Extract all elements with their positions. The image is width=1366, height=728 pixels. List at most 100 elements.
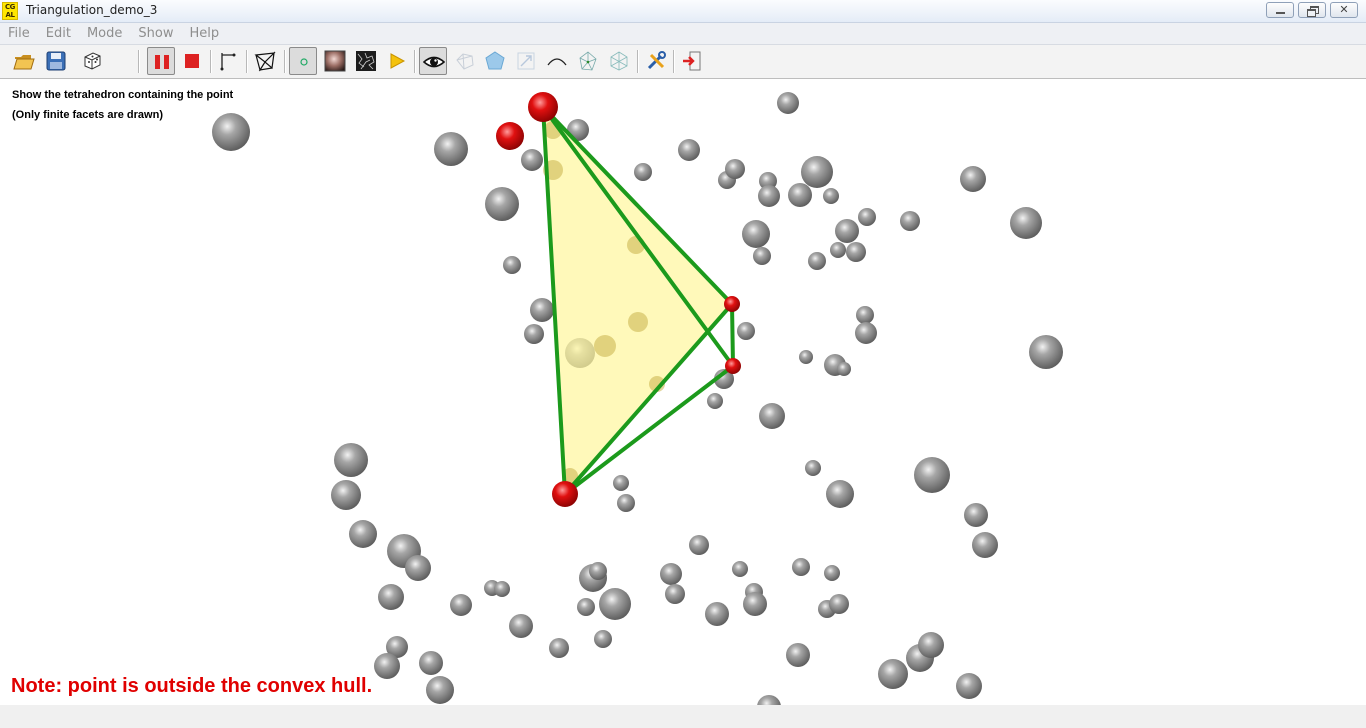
mesh-icon [610, 51, 628, 71]
sphere-behind-facet [594, 335, 616, 357]
sphere-point [331, 480, 361, 510]
polygon-wire-button[interactable] [451, 47, 479, 75]
sphere-point [759, 403, 785, 429]
pentagon-button[interactable] [481, 47, 509, 75]
menu-mode[interactable]: Mode [79, 23, 130, 44]
sphere-point [689, 535, 709, 555]
sphere-point [705, 602, 729, 626]
sphere-point [808, 252, 826, 270]
sphere-point [678, 139, 700, 161]
voronoi-icon [579, 51, 597, 71]
sphere-point [485, 187, 519, 221]
exit-icon [683, 51, 701, 71]
sphere-point [918, 632, 944, 658]
menu-show[interactable]: Show [130, 23, 181, 44]
sphere-point [524, 324, 544, 344]
sphere-point [660, 563, 682, 585]
sphere-point [405, 555, 431, 581]
sphere-behind-facet [628, 312, 648, 332]
sphere-point [589, 562, 607, 580]
mesh-button[interactable] [605, 47, 633, 75]
scene-canvas[interactable] [0, 79, 1366, 705]
toolbar-separator [246, 50, 248, 73]
title-bar: CG AL Triangulation_demo_3 ✕ [0, 0, 1366, 23]
menu-help[interactable]: Help [181, 23, 227, 44]
tetrahedron [528, 92, 741, 507]
toolbar [0, 45, 1366, 79]
sphere-point [777, 92, 799, 114]
show-button[interactable] [419, 47, 447, 75]
tetra-vertex [725, 358, 741, 374]
exit-button[interactable] [678, 47, 706, 75]
menu-edit[interactable]: Edit [38, 23, 79, 44]
tetra-vertex [552, 481, 578, 507]
sphere-point [434, 132, 468, 166]
tetra-vertex [528, 92, 558, 122]
texture-icon [324, 50, 346, 72]
pause-button[interactable] [147, 47, 175, 75]
menu-bar: File Edit Mode Show Help [0, 23, 1366, 45]
sphere-point [858, 208, 876, 226]
pause-icon [155, 55, 169, 69]
sphere-point [737, 322, 755, 340]
sphere-point [956, 673, 982, 699]
voronoi-button[interactable] [574, 47, 602, 75]
play-button[interactable] [383, 47, 411, 75]
segment-button[interactable] [214, 47, 242, 75]
insert-point-button[interactable] [289, 47, 317, 75]
noise-button[interactable] [352, 47, 380, 75]
random-points-button[interactable] [78, 47, 106, 75]
sphere-point [634, 163, 652, 181]
window-controls: ✕ [1266, 2, 1358, 18]
sphere-point [835, 219, 859, 243]
sphere-point [426, 676, 454, 704]
status-bar [0, 705, 1366, 728]
triangulation-button[interactable] [251, 47, 279, 75]
curve-button[interactable] [543, 47, 571, 75]
triangulation-icon [254, 51, 276, 72]
sphere-point [753, 247, 771, 265]
save-button[interactable] [42, 47, 70, 75]
sphere-point [1010, 207, 1042, 239]
eye-icon [423, 56, 445, 68]
open-button[interactable] [10, 47, 38, 75]
sphere-point [801, 156, 833, 188]
sphere-point [494, 581, 510, 597]
gl-viewer[interactable]: Show the tetrahedron containing the poin… [0, 79, 1366, 705]
curve-icon [547, 58, 567, 66]
dice-icon [84, 52, 101, 70]
window-title: Triangulation_demo_3 [26, 3, 158, 17]
point-icon [300, 58, 308, 66]
sphere-point [855, 322, 877, 344]
tetra-vertex [724, 296, 740, 312]
close-button[interactable]: ✕ [1330, 2, 1358, 18]
sphere-point [878, 659, 908, 689]
toolbar-separator [637, 50, 639, 73]
pentagon-icon [485, 51, 505, 70]
sphere-point [964, 503, 988, 527]
texture-button[interactable] [321, 47, 349, 75]
sphere-point [549, 638, 569, 658]
sphere-point [725, 159, 745, 179]
info-text-line2: (Only finite facets are drawn) [12, 109, 163, 121]
sphere-point [503, 256, 521, 274]
stop-button[interactable] [178, 47, 206, 75]
sphere-point [805, 460, 821, 476]
arrow-box-button[interactable] [512, 47, 540, 75]
sphere-point [707, 393, 723, 409]
sphere-point [757, 695, 781, 705]
restore-button[interactable] [1298, 2, 1326, 18]
save-icon [46, 51, 66, 71]
sphere-point [830, 242, 846, 258]
sphere-point [378, 584, 404, 610]
tools-button[interactable] [642, 47, 670, 75]
tetra-edge [730, 302, 735, 368]
query-point [496, 122, 524, 150]
sphere-point [212, 113, 250, 151]
minimize-button[interactable] [1266, 2, 1294, 18]
sphere-point [960, 166, 986, 192]
menu-file[interactable]: File [0, 23, 38, 44]
sphere-point [742, 220, 770, 248]
sphere-point [613, 475, 629, 491]
sphere-point [374, 653, 400, 679]
